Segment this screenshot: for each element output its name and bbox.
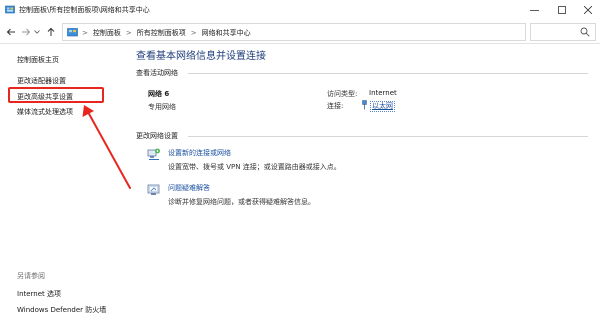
access-type-label: 访问类型: [327,90,358,98]
sidebar-item-firewall[interactable]: Windows Defender 防火墙 [17,305,106,315]
connection-label: 连接: [327,102,344,110]
close-button[interactable] [574,0,600,20]
search-icon [580,27,590,37]
divider [188,136,588,137]
arrow-left-icon [6,28,15,36]
navigation-bar: > 控制面板 > 所有控制面板项 > 网络和共享中心 [0,20,600,44]
control-panel-icon [67,28,78,37]
breadcrumb: > 控制面板 > 所有控制面板项 > 网络和共享中心 [82,27,251,38]
sidebar-item-internet-options[interactable]: Internet 选项 [17,289,61,299]
access-type-value: Internet [369,89,397,97]
minimize-button[interactable] [520,0,548,20]
sidebar-item-control-panel-home[interactable]: 控制面板主页 [17,55,59,65]
minimize-icon [529,9,539,11]
maximize-button[interactable] [548,0,576,20]
setup-new-connection-description: 设置宽带、拨号或 VPN 连接；或设置路由器或接入点。 [168,163,341,171]
sidebar-item-media-streaming[interactable]: 媒体流式处理选项 [17,107,73,117]
troubleshoot-icon [147,184,160,195]
ethernet-icon [362,100,367,110]
control-panel-icon [5,5,15,14]
back-button[interactable] [5,25,17,39]
breadcrumb-all-items[interactable]: 所有控制面板项 [137,28,186,38]
connection-link-ethernet[interactable]: 以太网 [370,101,395,112]
breadcrumb-control-panel[interactable]: 控制面板 [93,28,121,38]
divider [188,73,588,74]
network-type: 专用网络 [148,103,176,111]
sidebar-item-adapter-settings[interactable]: 更改适配器设置 [17,76,66,86]
arrow-right-icon [22,28,31,36]
see-also-heading: 另请参阅 [17,272,45,280]
network-name: 网络 6 [148,90,170,98]
maximize-icon [558,6,566,14]
address-bar[interactable]: > 控制面板 > 所有控制面板项 > 网络和共享中心 [62,23,582,41]
up-button[interactable] [45,25,57,39]
recent-locations-button[interactable] [33,25,41,39]
title-bar: 控制面板\所有控制面板项\网络和共享中心 [0,0,600,20]
breadcrumb-network-center[interactable]: 网络和共享中心 [202,28,251,38]
annotation-highlight-box [8,87,104,103]
setup-new-connection-link[interactable]: 设置新的连接或网络 [168,148,231,158]
breadcrumb-separator: > [82,28,88,37]
troubleshoot-problems-description: 诊断并修复网络问题，或者获得疑难解答信息。 [168,198,315,206]
troubleshoot-problems-link[interactable]: 问题疑难解答 [168,183,210,193]
chevron-down-icon [34,30,40,34]
window-title: 控制面板\所有控制面板项\网络和共享中心 [19,6,150,14]
close-icon [584,6,592,14]
breadcrumb-separator[interactable]: > [126,29,132,37]
change-settings-heading: 更改网络设置 [136,132,178,140]
active-networks-heading: 查看活动网络 [136,69,178,77]
page-title: 查看基本网络信息并设置连接 [136,51,266,62]
main-content: 查看基本网络信息并设置连接 查看活动网络 网络 6 专用网络 访问类型: Int… [128,44,600,325]
breadcrumb-separator[interactable]: > [191,29,197,37]
arrow-up-icon [47,27,55,36]
new-connection-icon [147,148,160,160]
search-input[interactable] [530,23,596,41]
forward-button[interactable] [20,25,32,39]
